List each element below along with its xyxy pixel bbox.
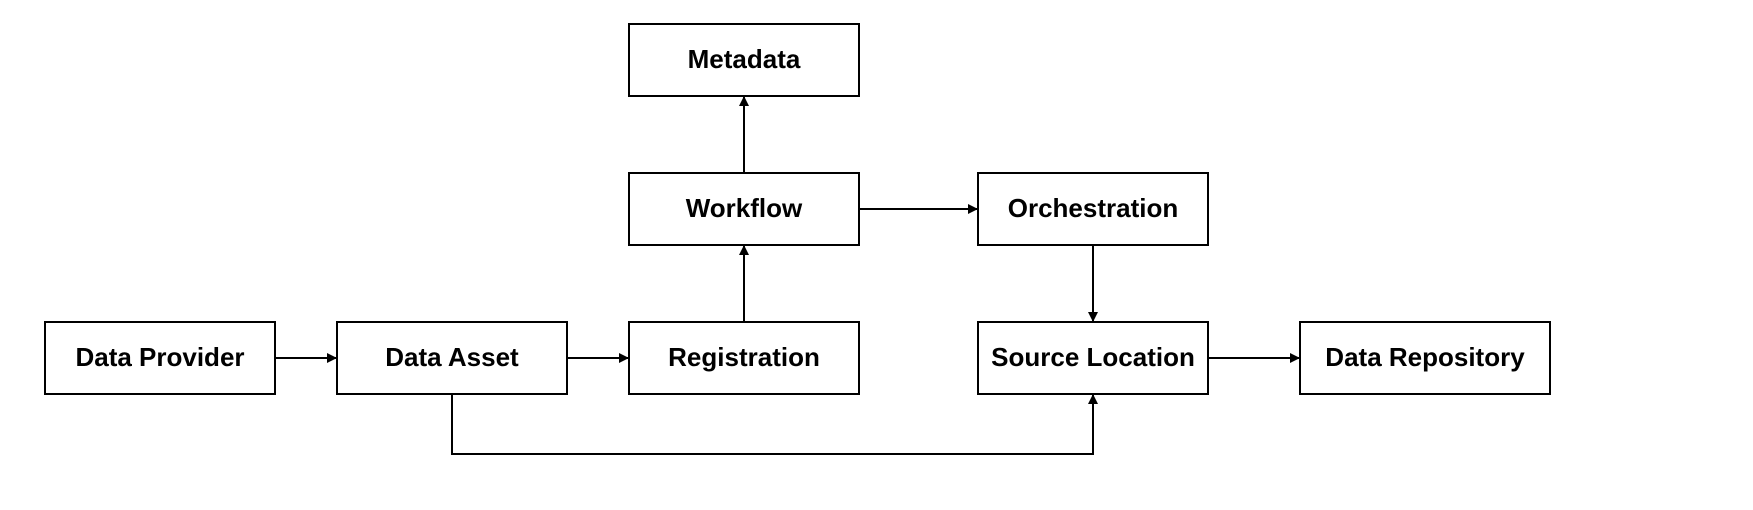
node-label: Data Asset: [385, 342, 519, 372]
node-data-asset: Data Asset: [337, 322, 567, 394]
node-label: Workflow: [686, 193, 803, 223]
node-label: Source Location: [991, 342, 1195, 372]
node-data-provider: Data Provider: [45, 322, 275, 394]
node-orchestration: Orchestration: [978, 173, 1208, 245]
edge-data-asset-to-source-location: [452, 394, 1093, 454]
node-registration: Registration: [629, 322, 859, 394]
node-label: Data Repository: [1325, 342, 1525, 372]
node-label: Registration: [668, 342, 820, 372]
node-label: Metadata: [688, 44, 801, 74]
node-label: Orchestration: [1008, 193, 1179, 223]
node-label: Data Provider: [75, 342, 244, 372]
node-data-repository: Data Repository: [1300, 322, 1550, 394]
diagram-canvas: Data Provider Data Asset Registration Workf…: [0, 0, 1753, 510]
node-source-location: Source Location: [978, 322, 1208, 394]
node-metadata: Metadata: [629, 24, 859, 96]
node-workflow: Workflow: [629, 173, 859, 245]
